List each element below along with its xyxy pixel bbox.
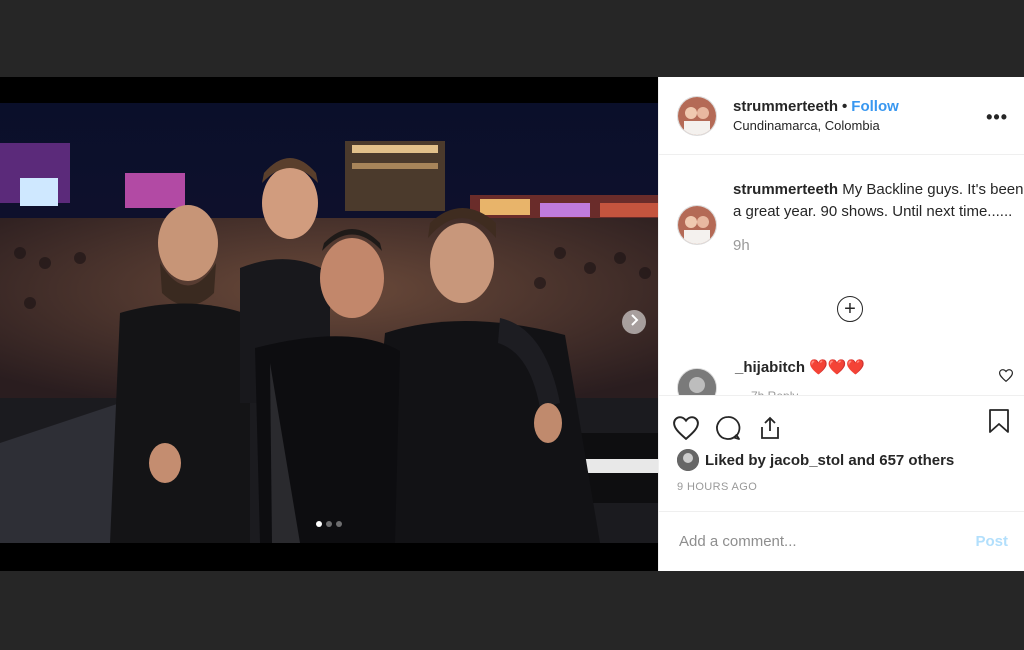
heart-icon[interactable]	[673, 415, 699, 440]
caption-time[interactable]: 9h	[733, 237, 1024, 254]
comment-username[interactable]: _hijabitch	[735, 359, 805, 376]
post-modal: strummerteeth • Follow Cundinamarca, Colom…	[0, 77, 1024, 571]
post-media	[0, 77, 658, 571]
avatar[interactable]	[677, 368, 717, 395]
post-sidebar: strummerteeth • Follow Cundinamarca, Colom…	[658, 77, 1024, 571]
separator-dot: •	[842, 98, 848, 115]
liker-username[interactable]: jacob_stol	[770, 452, 844, 469]
likes-prefix: Liked by	[705, 451, 771, 469]
avatar[interactable]	[677, 205, 717, 245]
ellipsis-icon[interactable]: •••	[986, 107, 1008, 128]
comment-item: _hijabitch❤️❤️❤️ 7h Reply	[677, 358, 1017, 395]
carousel-dot[interactable]	[326, 521, 332, 527]
location-link[interactable]: Cundinamarca, Colombia	[733, 118, 899, 133]
carousel-dots	[316, 521, 342, 527]
post-header: strummerteeth • Follow Cundinamarca, Colom…	[659, 77, 1024, 155]
carousel-next-button[interactable]	[622, 310, 646, 334]
caption-username[interactable]: strummerteeth	[733, 181, 838, 198]
post-actions	[659, 395, 1024, 449]
header-line: strummerteeth • Follow	[733, 98, 899, 115]
post-timestamp[interactable]: 9 HOURS AGO	[659, 471, 1024, 505]
post-photo[interactable]	[0, 103, 658, 543]
comment-input[interactable]	[677, 532, 976, 551]
comment-icon[interactable]	[715, 415, 741, 441]
carousel-dot[interactable]	[336, 521, 342, 527]
caption-text: strummerteeth My Backline guys. It's bee…	[733, 179, 1024, 223]
load-more-comments-button[interactable]: +	[837, 296, 863, 322]
share-icon[interactable]	[757, 415, 783, 441]
likes-summary: Liked by jacob_stol and 657 others	[659, 449, 1024, 471]
plus-circle-icon: +	[844, 297, 856, 320]
follow-button[interactable]: Follow	[851, 98, 899, 115]
comments-area: strummerteeth My Backline guys. It's bee…	[659, 155, 1024, 395]
username-link[interactable]: strummerteeth	[733, 98, 838, 115]
heart-icon[interactable]	[998, 369, 1014, 387]
likes-text: Liked by jacob_stol and 657 others	[705, 452, 954, 469]
caption-body: strummerteeth My Backline guys. It's bee…	[733, 179, 1024, 254]
comment-message: ❤️❤️❤️	[809, 359, 866, 376]
header-text: strummerteeth • Follow Cundinamarca, Colom…	[733, 98, 899, 133]
chevron-right-icon	[629, 313, 639, 331]
likes-others-link[interactable]: and 657 others	[844, 452, 954, 469]
liker-avatar[interactable]	[677, 449, 699, 471]
caption: strummerteeth My Backline guys. It's bee…	[677, 179, 1024, 254]
post-button[interactable]: Post	[975, 533, 1008, 550]
bookmark-icon[interactable]	[988, 408, 1010, 439]
avatar[interactable]	[677, 95, 717, 136]
add-comment-bar: Post	[659, 511, 1024, 571]
carousel-dot[interactable]	[316, 521, 322, 527]
